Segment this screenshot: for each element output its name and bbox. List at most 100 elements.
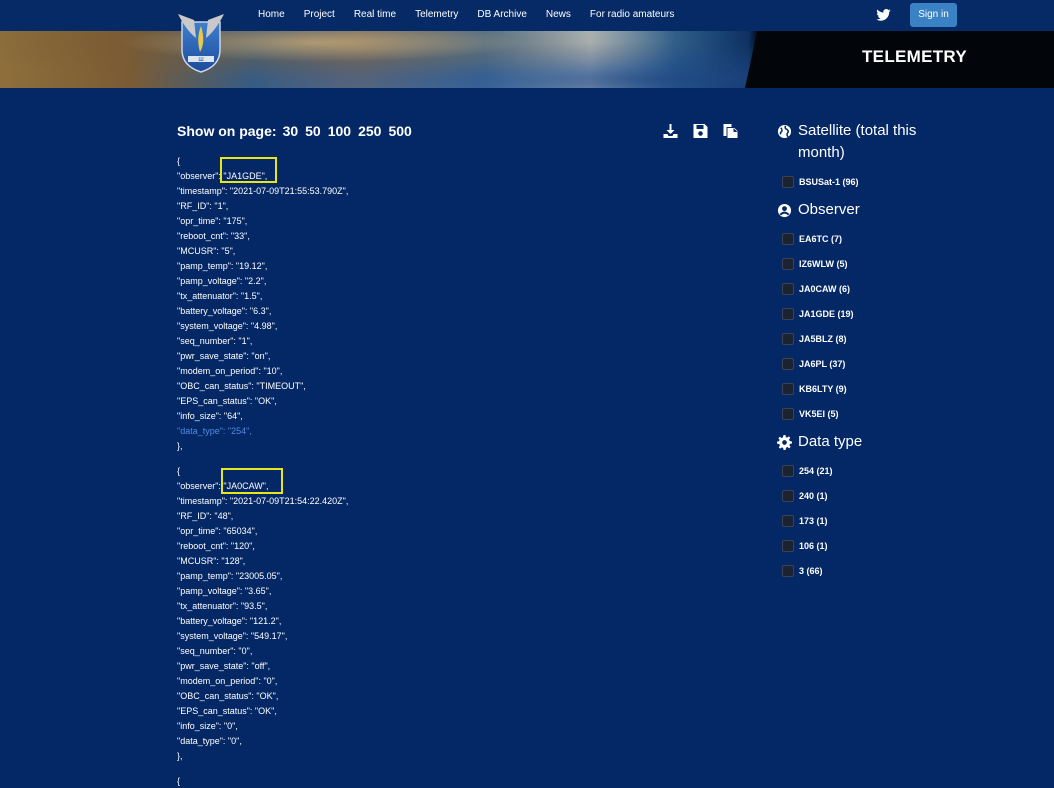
record-line: "timestamp": "2021-07-09T21:54:22.420Z", bbox=[177, 496, 349, 506]
record-line: "reboot_cnt": "120", bbox=[177, 541, 255, 551]
filter-label: EA6TC (7) bbox=[799, 234, 843, 244]
checkbox[interactable] bbox=[782, 565, 794, 577]
telemetry-record: {"observer": "JA1GDE", "timestamp": "2021… bbox=[177, 154, 577, 454]
filter-label: VK5EI (5) bbox=[799, 409, 839, 419]
filter-observer-ja0caw[interactable]: JA0CAW (6) bbox=[782, 283, 850, 295]
record-line: "EPS_can_status": "OK", bbox=[177, 706, 277, 716]
record-line: "RF_ID": "1", bbox=[177, 201, 229, 211]
filter-datatype-3[interactable]: 3 (66) bbox=[782, 565, 823, 577]
checkbox[interactable] bbox=[782, 515, 794, 527]
nav-radio-amateurs[interactable]: For radio amateurs bbox=[590, 0, 674, 31]
satellite-heading: Satellite (total this month) bbox=[777, 120, 947, 164]
checkbox[interactable] bbox=[782, 176, 794, 188]
nav-home[interactable]: Home bbox=[258, 0, 285, 31]
page-size-250[interactable]: 250 bbox=[358, 123, 381, 139]
record-line: "pamp_voltage": "3.65", bbox=[177, 586, 272, 596]
nav-links: Home Project Real time Telemetry DB Arch… bbox=[258, 0, 693, 31]
filter-label: 240 (1) bbox=[799, 491, 828, 501]
checkbox[interactable] bbox=[782, 308, 794, 320]
checkbox[interactable] bbox=[782, 233, 794, 245]
checkbox[interactable] bbox=[782, 540, 794, 552]
filter-observer-iz6wlw[interactable]: IZ6WLW (5) bbox=[782, 258, 848, 270]
show-on-page: Show on page: 30 50 100 250 500 bbox=[177, 123, 419, 139]
checkbox[interactable] bbox=[782, 490, 794, 502]
highlight-box bbox=[220, 157, 277, 183]
record-line: "EPS_can_status": "OK", bbox=[177, 396, 277, 406]
highlight-box bbox=[221, 468, 283, 494]
telemetry-record: {"observer": "JA0CAW", "timestamp": "2021… bbox=[177, 464, 577, 764]
page-size-500[interactable]: 500 bbox=[388, 123, 411, 139]
user-circle-icon bbox=[777, 203, 792, 218]
filter-label: JA0CAW (6) bbox=[799, 284, 851, 294]
banner-earth-image bbox=[0, 31, 800, 88]
checkbox[interactable] bbox=[782, 465, 794, 477]
show-on-page-label: Show on page: bbox=[177, 123, 277, 139]
nav-telemetry[interactable]: Telemetry bbox=[415, 0, 458, 31]
nav-db-archive[interactable]: DB Archive bbox=[477, 0, 526, 31]
logo-icon[interactable]: Ш bbox=[176, 8, 226, 74]
record-line: "info_size": "0", bbox=[177, 721, 238, 731]
record-line: "tx_attenuator": "93.5", bbox=[177, 601, 268, 611]
record-line: "seq_number": "1", bbox=[177, 336, 253, 346]
record-line: "opr_time": "175", bbox=[177, 216, 248, 226]
checkbox[interactable] bbox=[782, 283, 794, 295]
filter-observer-ja1gde[interactable]: JA1GDE (19) bbox=[782, 308, 854, 320]
record-line: "pwr_save_state": "on", bbox=[177, 351, 271, 361]
nav-project[interactable]: Project bbox=[304, 0, 335, 31]
filter-observer-vk5ei[interactable]: VK5EI (5) bbox=[782, 408, 839, 420]
checkbox[interactable] bbox=[782, 383, 794, 395]
checkbox[interactable] bbox=[782, 258, 794, 270]
record-line: "modem_on_period": "10", bbox=[177, 366, 283, 376]
record-line: "pamp_voltage": "2.2", bbox=[177, 276, 267, 286]
filter-datatype-106[interactable]: 106 (1) bbox=[782, 540, 828, 552]
record-line: }, bbox=[177, 441, 183, 451]
record-line: "pamp_temp": "19.12", bbox=[177, 261, 268, 271]
filter-label: 173 (1) bbox=[799, 516, 828, 526]
checkbox[interactable] bbox=[782, 358, 794, 370]
datatype-heading-label: Data type bbox=[798, 433, 863, 450]
nav-real-time[interactable]: Real time bbox=[354, 0, 396, 31]
save-icon[interactable] bbox=[692, 123, 709, 139]
page-size-30[interactable]: 30 bbox=[283, 123, 299, 139]
filter-label: JA1GDE (19) bbox=[799, 309, 854, 319]
filter-datatype-240[interactable]: 240 (1) bbox=[782, 490, 828, 502]
record-line: "OBC_can_status": "TIMEOUT", bbox=[177, 381, 306, 391]
record-line: "reboot_cnt": "33", bbox=[177, 231, 250, 241]
filter-label: BSUSat-1 (96) bbox=[799, 177, 859, 187]
filter-satellite-bsusat-1[interactable]: BSUSat-1 (96) bbox=[782, 176, 859, 188]
filter-observer-ja5blz[interactable]: JA5BLZ (8) bbox=[782, 333, 847, 345]
filter-datatype-173[interactable]: 173 (1) bbox=[782, 515, 828, 527]
record-line: "system_voltage": "549.17", bbox=[177, 631, 288, 641]
record-line: "RF_ID": "48", bbox=[177, 511, 234, 521]
filter-observer-kb6lty[interactable]: KB6LTY (9) bbox=[782, 383, 847, 395]
record-line: "modem_on_period": "0", bbox=[177, 676, 278, 686]
sign-in-button[interactable]: Sign in bbox=[910, 3, 957, 27]
checkbox[interactable] bbox=[782, 333, 794, 345]
checkbox[interactable] bbox=[782, 408, 794, 420]
observer-heading: Observer bbox=[777, 199, 947, 221]
record-line: "MCUSR": "128", bbox=[177, 556, 246, 566]
record-line: "system_voltage": "4.98", bbox=[177, 321, 278, 331]
copy-icon[interactable] bbox=[722, 123, 739, 139]
filter-label: IZ6WLW (5) bbox=[799, 259, 848, 269]
filter-label: KB6LTY (9) bbox=[799, 384, 847, 394]
download-icon[interactable] bbox=[662, 123, 679, 139]
filter-observer-ea6tc[interactable]: EA6TC (7) bbox=[782, 233, 842, 245]
record-line: "battery_voltage": "121.2", bbox=[177, 616, 282, 626]
twitter-icon[interactable] bbox=[876, 9, 891, 21]
record-line: "data_type": "254", bbox=[177, 426, 252, 436]
satellite-heading-label: Satellite (total this month) bbox=[798, 122, 917, 161]
record-line: }, bbox=[177, 751, 183, 761]
page-size-50[interactable]: 50 bbox=[305, 123, 321, 139]
filter-label: 254 (21) bbox=[799, 466, 833, 476]
record-line: "timestamp": "2021-07-09T21:55:53.790Z", bbox=[177, 186, 349, 196]
record-line: "data_type": "0", bbox=[177, 736, 242, 746]
datatype-heading: Data type bbox=[777, 431, 947, 453]
filter-datatype-254[interactable]: 254 (21) bbox=[782, 465, 833, 477]
nav-news[interactable]: News bbox=[546, 0, 571, 31]
page-size-100[interactable]: 100 bbox=[328, 123, 351, 139]
observer-heading-label: Observer bbox=[798, 201, 860, 218]
record-line: "info_size": "64", bbox=[177, 411, 243, 421]
filter-observer-ja6pl[interactable]: JA6PL (37) bbox=[782, 358, 845, 370]
record-line: { bbox=[177, 776, 181, 786]
